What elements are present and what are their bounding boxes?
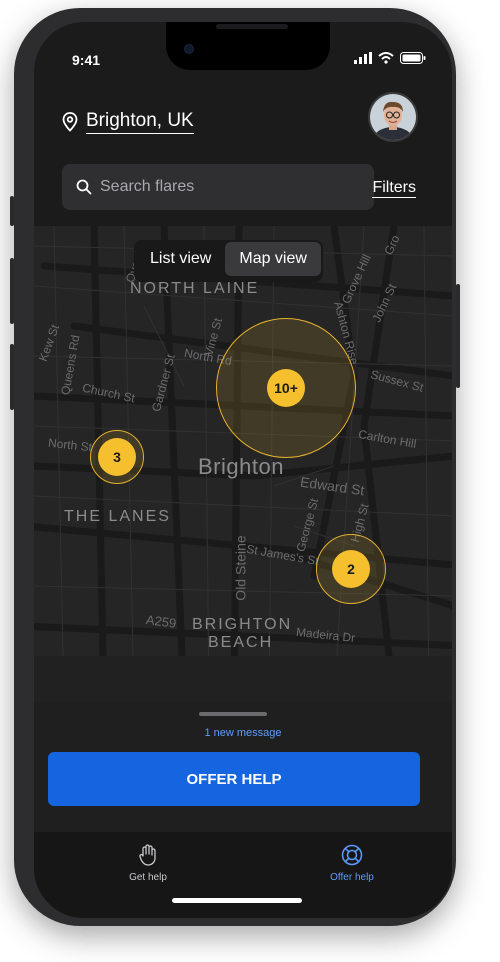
status-time: 9:41 (72, 52, 101, 68)
tab-label: Offer help (330, 872, 374, 883)
location-text: Brighton, UK (86, 110, 194, 134)
mute-switch (10, 196, 14, 226)
tab-offer-help[interactable]: Offer help (292, 844, 412, 883)
signal-icon (354, 52, 372, 64)
filters-button[interactable]: Filters (372, 179, 416, 198)
volume-up-button (10, 258, 14, 324)
tab-list-view[interactable]: List view (136, 242, 225, 276)
tab-label: Get help (129, 872, 167, 883)
camera (184, 44, 194, 54)
avatar[interactable] (368, 92, 418, 142)
search-icon (76, 179, 92, 195)
volume-down-button (10, 344, 14, 410)
map-label-brighton: Brighton (198, 454, 284, 479)
map-cluster[interactable]: 2 (316, 534, 386, 604)
map-cluster[interactable]: 3 (90, 430, 144, 484)
hand-icon (139, 844, 156, 866)
cluster-badge: 10+ (267, 369, 305, 407)
search-bar[interactable]: Search flares (62, 164, 374, 210)
map-label-brighton-beach: BRIGHTON (192, 616, 293, 633)
user-avatar (370, 94, 416, 140)
bottom-sheet: 1 new message OFFER HELP (34, 702, 452, 832)
map[interactable]: Over St Gro Grove Hill John St NORTH LAI… (34, 226, 452, 702)
map-label-north-laine: NORTH LAINE (130, 280, 260, 297)
screen: 9:41 Brighton, UK Search flares Filters … (34, 22, 452, 918)
offer-help-button[interactable]: OFFER HELP (48, 752, 420, 806)
cluster-badge: 2 (332, 550, 370, 588)
sheet-drag-handle[interactable] (199, 712, 267, 716)
map-label-brighton-beach: BEACH (208, 634, 274, 651)
tab-map-view[interactable]: Map view (225, 242, 321, 276)
location-pin-icon (62, 112, 78, 132)
battery-icon (400, 52, 426, 64)
tab-bar: Get help Offer help (34, 832, 452, 918)
view-toggle: List view Map view (134, 240, 323, 282)
power-button (456, 284, 460, 388)
new-message-link[interactable]: 1 new message (34, 727, 452, 739)
notch (166, 22, 330, 70)
map-label-the-lanes: THE LANES (64, 508, 171, 525)
speaker (216, 24, 288, 29)
tab-get-help[interactable]: Get help (88, 844, 208, 883)
status-icons (354, 52, 426, 64)
map-cluster[interactable]: 10+ (216, 318, 356, 458)
search-input[interactable]: Search flares (100, 178, 194, 196)
wifi-icon (378, 52, 394, 64)
map-label: Old Steine (232, 535, 249, 601)
home-indicator[interactable] (172, 898, 302, 903)
location-selector[interactable]: Brighton, UK (62, 110, 194, 134)
lifebuoy-icon (341, 844, 363, 866)
cluster-badge: 3 (98, 438, 136, 476)
phone-frame: 9:41 Brighton, UK Search flares Filters … (10, 8, 460, 926)
